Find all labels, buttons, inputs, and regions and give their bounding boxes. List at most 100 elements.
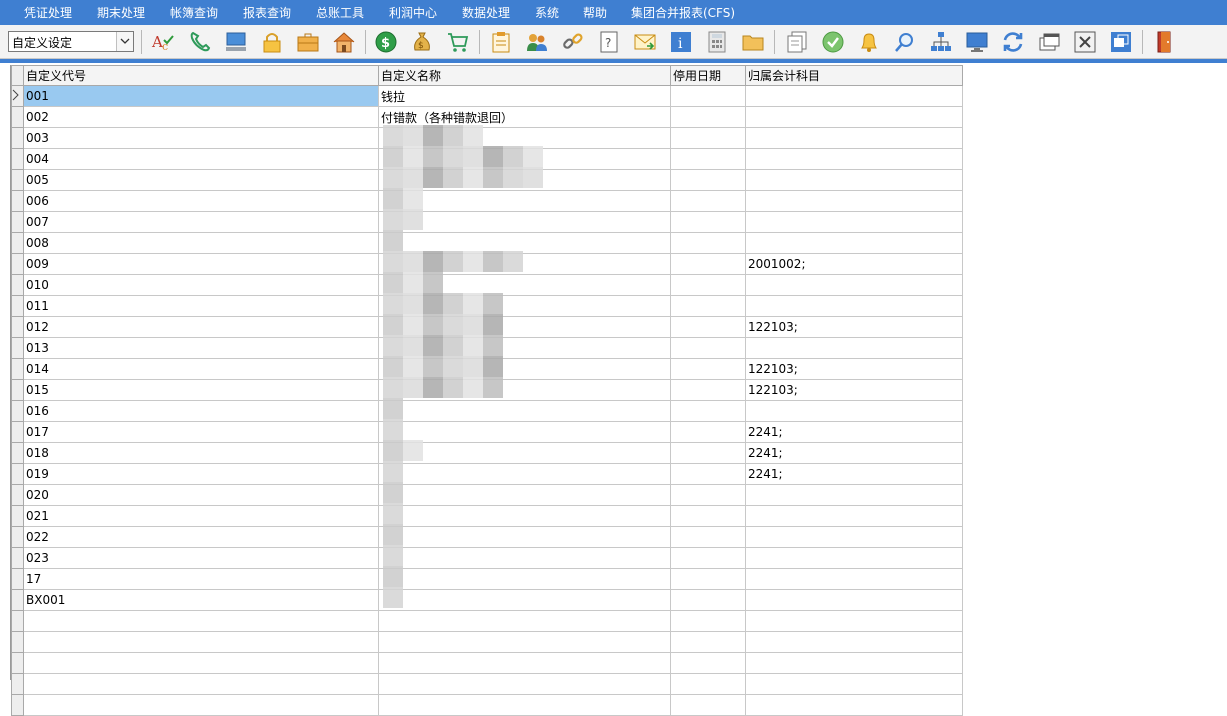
cell-account[interactable] — [745, 568, 963, 590]
table-row[interactable] — [11, 610, 963, 632]
cell-name[interactable] — [378, 169, 671, 191]
cell-code[interactable]: 017 — [23, 421, 379, 443]
row-indicator[interactable] — [11, 358, 24, 380]
cell-name[interactable] — [378, 358, 671, 380]
cell-stop-date[interactable] — [670, 505, 746, 527]
row-indicator[interactable] — [11, 505, 24, 527]
cell-stop-date[interactable] — [670, 211, 746, 233]
cell-stop-date[interactable] — [670, 484, 746, 506]
cell-account[interactable] — [745, 631, 963, 653]
mail-icon[interactable] — [631, 29, 659, 55]
table-row[interactable]: 020 — [11, 484, 963, 506]
menu-voucher[interactable]: 凭证处理 — [24, 0, 72, 25]
row-indicator[interactable] — [11, 631, 24, 653]
row-indicator[interactable] — [11, 484, 24, 506]
cell-stop-date[interactable] — [670, 127, 746, 149]
menu-report-query[interactable]: 报表查询 — [243, 0, 291, 25]
cell-name[interactable] — [378, 274, 671, 296]
cell-code[interactable]: 007 — [23, 211, 379, 233]
table-row[interactable] — [11, 673, 963, 695]
row-indicator[interactable] — [11, 610, 24, 632]
row-indicator[interactable] — [11, 253, 24, 275]
row-indicator[interactable] — [11, 547, 24, 569]
cell-code[interactable]: 021 — [23, 505, 379, 527]
cell-stop-date[interactable] — [670, 589, 746, 611]
menu-data-processing[interactable]: 数据处理 — [462, 0, 510, 25]
table-row[interactable]: 006 — [11, 190, 963, 212]
cell-code[interactable]: 006 — [23, 190, 379, 212]
cell-code[interactable]: 020 — [23, 484, 379, 506]
row-indicator[interactable] — [11, 568, 24, 590]
table-row[interactable]: 17 — [11, 568, 963, 590]
row-indicator[interactable] — [11, 190, 24, 212]
phone-icon[interactable] — [186, 29, 214, 55]
table-row[interactable]: 004 — [11, 148, 963, 170]
cell-stop-date[interactable] — [670, 85, 746, 107]
users-icon[interactable] — [523, 29, 551, 55]
cell-name[interactable] — [378, 694, 671, 716]
cell-name[interactable] — [378, 652, 671, 674]
cell-account[interactable] — [745, 85, 963, 107]
cell-name[interactable] — [378, 127, 671, 149]
row-indicator[interactable] — [11, 127, 24, 149]
cell-code[interactable]: 023 — [23, 547, 379, 569]
org-chart-icon[interactable] — [927, 29, 955, 55]
cell-stop-date[interactable] — [670, 358, 746, 380]
cell-name[interactable] — [378, 610, 671, 632]
cell-stop-date[interactable] — [670, 295, 746, 317]
cell-account[interactable] — [745, 547, 963, 569]
cell-code[interactable]: 010 — [23, 274, 379, 296]
table-row[interactable]: 021 — [11, 505, 963, 527]
cell-name[interactable] — [378, 337, 671, 359]
table-row[interactable]: 007 — [11, 211, 963, 233]
cell-account[interactable] — [745, 295, 963, 317]
cell-name[interactable] — [378, 568, 671, 590]
cell-account[interactable]: 2241; — [745, 463, 963, 485]
cell-name[interactable] — [378, 190, 671, 212]
cell-stop-date[interactable] — [670, 421, 746, 443]
lock-icon[interactable] — [258, 29, 286, 55]
cell-account[interactable] — [745, 505, 963, 527]
row-indicator[interactable] — [11, 316, 24, 338]
cell-code[interactable]: 002 — [23, 106, 379, 128]
cell-account[interactable] — [745, 106, 963, 128]
money-bag-icon[interactable]: $ — [408, 29, 436, 55]
cell-code[interactable]: 005 — [23, 169, 379, 191]
cell-name[interactable] — [378, 673, 671, 695]
row-indicator[interactable] — [11, 673, 24, 695]
cell-stop-date[interactable] — [670, 316, 746, 338]
row-indicator[interactable] — [11, 526, 24, 548]
table-row[interactable]: 009 2001002; — [11, 253, 963, 275]
table-row[interactable]: 016 — [11, 400, 963, 422]
menu-group-consolidation[interactable]: 集团合并报表(CFS) — [631, 0, 735, 25]
row-indicator[interactable] — [11, 400, 24, 422]
cell-stop-date[interactable] — [670, 148, 746, 170]
folder-icon[interactable] — [739, 29, 767, 55]
cell-name[interactable] — [378, 631, 671, 653]
cell-name[interactable] — [378, 148, 671, 170]
row-indicator[interactable] — [11, 652, 24, 674]
bell-icon[interactable] — [855, 29, 883, 55]
table-row[interactable]: 017 2241; — [11, 421, 963, 443]
cell-stop-date[interactable] — [670, 568, 746, 590]
cell-account[interactable] — [745, 232, 963, 254]
table-row[interactable]: 018 2241; — [11, 442, 963, 464]
table-row[interactable]: 005 — [11, 169, 963, 191]
cell-code[interactable] — [23, 694, 379, 716]
cell-name[interactable] — [378, 316, 671, 338]
row-indicator[interactable] — [11, 337, 24, 359]
row-indicator[interactable] — [11, 442, 24, 464]
cell-account[interactable] — [745, 652, 963, 674]
cell-code[interactable]: 009 — [23, 253, 379, 275]
cell-stop-date[interactable] — [670, 463, 746, 485]
cell-code[interactable] — [23, 652, 379, 674]
cell-stop-date[interactable] — [670, 652, 746, 674]
table-row[interactable]: 010 — [11, 274, 963, 296]
cell-stop-date[interactable] — [670, 400, 746, 422]
cell-name[interactable] — [378, 421, 671, 443]
briefcase-icon[interactable] — [294, 29, 322, 55]
cell-code[interactable]: 012 — [23, 316, 379, 338]
cell-account[interactable] — [745, 148, 963, 170]
cell-name[interactable] — [378, 505, 671, 527]
cell-stop-date[interactable] — [670, 610, 746, 632]
